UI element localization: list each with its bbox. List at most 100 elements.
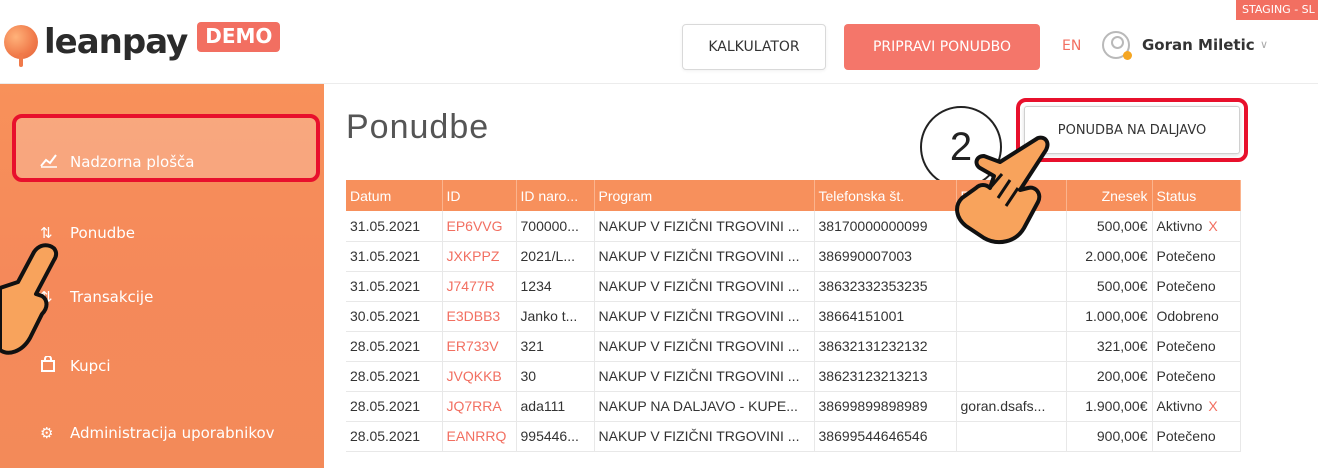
demo-badge: DEMO bbox=[197, 22, 281, 52]
phone-value: 38699544646546 bbox=[818, 428, 928, 444]
date-value: 28.05.2021 bbox=[350, 368, 421, 384]
cell-date: 31.05.2021 bbox=[346, 271, 443, 302]
cell-phone: 38699899898989 bbox=[814, 391, 957, 422]
column-header[interactable]: ID naro... bbox=[516, 180, 595, 211]
table-row[interactable]: 28.05.2021 JVQKKB 30 NAKUP V FIZIČNI TRGOVI… bbox=[346, 361, 1241, 392]
cell-id[interactable]: JXKPPZ bbox=[442, 241, 517, 272]
leanpay-logo[interactable]: leanpay DEMO bbox=[4, 22, 281, 67]
sidebar-item-label: Administracija uporabnikov bbox=[70, 424, 275, 442]
cell-order: 2021/L... bbox=[516, 241, 595, 272]
cell-id[interactable]: EANRRQ bbox=[442, 421, 517, 452]
program-value: NAKUP V FIZIČNI TRGOVINI ... bbox=[598, 217, 800, 234]
cell-id[interactable]: ER733V bbox=[442, 331, 517, 362]
id-value: ER733V bbox=[446, 338, 499, 354]
cell-phone: 38170000000099 bbox=[814, 211, 957, 242]
status-value: Potečeno bbox=[1156, 338, 1216, 354]
table-row[interactable]: 28.05.2021 EANRRQ 995446... NAKUP V FIZIČNI… bbox=[346, 421, 1241, 452]
amount-value: 1.000,00€ bbox=[1085, 308, 1148, 324]
staging-badge: STAGING - SL bbox=[1236, 0, 1318, 20]
cell-status: Potečeno bbox=[1152, 331, 1241, 362]
chevron-down-icon[interactable]: ∨ bbox=[1260, 38, 1268, 51]
calculator-button[interactable]: KALKULATOR bbox=[682, 24, 826, 70]
table-row[interactable]: 28.05.2021 ER733V 321 NAKUP V FIZIČNI TRGOV… bbox=[346, 331, 1241, 362]
user-avatar-icon[interactable] bbox=[1102, 31, 1132, 60]
phone-value: 38170000000099 bbox=[818, 217, 928, 234]
cell-program: NAKUP V FIZIČNI TRGOVINI ... bbox=[594, 241, 815, 272]
program-value: NAKUP V FIZIČNI TRGOVINI ... bbox=[598, 308, 800, 324]
pointing-hand-icon bbox=[0, 243, 59, 355]
program-value: NAKUP V FIZIČNI TRGOVINI ... bbox=[598, 248, 800, 264]
language-switch[interactable]: EN bbox=[1062, 38, 1081, 54]
cell-status: Potečeno bbox=[1152, 421, 1241, 452]
sidebar-item-ponudbe[interactable]: ⇅ Ponudbe bbox=[40, 224, 135, 242]
cell-phone: 386990007003 bbox=[814, 241, 957, 272]
column-header[interactable]: Status bbox=[1152, 180, 1241, 211]
cell-amount: 500,00€ bbox=[1066, 271, 1153, 302]
chart-icon bbox=[40, 152, 60, 172]
prepare-offer-button[interactable]: PRIPRAVI PONUDBO bbox=[844, 24, 1040, 70]
column-header[interactable]: Telefonska št. bbox=[814, 180, 957, 211]
page-title: Ponudbe bbox=[346, 108, 490, 146]
phone-value: 38664151001 bbox=[818, 308, 905, 324]
status-value: Odobreno bbox=[1156, 308, 1219, 324]
sidebar-item-dashboard[interactable]: Nadzorna plošča bbox=[40, 152, 194, 172]
id-value: EP6VVG bbox=[446, 217, 503, 234]
cell-id[interactable]: JVQKKB bbox=[442, 361, 517, 392]
cell-id[interactable]: JQ7RRA bbox=[442, 391, 517, 422]
cell-program: NAKUP V FIZIČNI TRGOVINI ... bbox=[594, 211, 815, 242]
cell-id[interactable]: E3DBB3 bbox=[442, 301, 517, 332]
cell-status: Aktivno X bbox=[1152, 391, 1241, 422]
program-value: NAKUP V FIZIČNI TRGOVINI ... bbox=[598, 278, 800, 294]
status-value: Potečeno bbox=[1156, 428, 1216, 444]
order-value: ada111 bbox=[520, 398, 566, 414]
cell-order: 30 bbox=[516, 361, 595, 392]
phone-value: 38632131232132 bbox=[818, 338, 928, 354]
cell-status: Odobreno bbox=[1152, 301, 1241, 332]
column-header[interactable]: ID bbox=[442, 180, 517, 211]
column-header[interactable]: Datum bbox=[346, 180, 443, 211]
table-row[interactable]: 31.05.2021 EP6VVG 700000... NAKUP V FIZIČNI… bbox=[346, 211, 1241, 242]
cell-amount: 900,00€ bbox=[1066, 421, 1153, 452]
status-value: Aktivno bbox=[1156, 398, 1203, 414]
phone-value: 38632332353235 bbox=[818, 278, 928, 294]
id-value: JQ7RRA bbox=[446, 398, 502, 414]
cell-status: Aktivno X bbox=[1152, 211, 1241, 242]
cell-date: 30.05.2021 bbox=[346, 301, 443, 332]
order-value: Janko t... bbox=[520, 308, 578, 324]
order-value: 700000... bbox=[520, 217, 579, 234]
sidebar-item-label: Transakcije bbox=[70, 288, 154, 306]
cancel-x-icon[interactable]: X bbox=[1208, 218, 1217, 234]
program-value: NAKUP V FIZIČNI TRGOVINI ... bbox=[598, 368, 800, 384]
id-value: JVQKKB bbox=[446, 368, 502, 384]
cell-amount: 1.000,00€ bbox=[1066, 301, 1153, 332]
table-row[interactable]: 31.05.2021 J7477R 1234 NAKUP V FIZIČNI TRGO… bbox=[346, 271, 1241, 302]
email-value: goran.dsafs... bbox=[960, 398, 1046, 414]
cancel-x-icon[interactable]: X bbox=[1208, 398, 1217, 414]
amount-value: 2.000,00€ bbox=[1085, 248, 1148, 264]
cell-program: NAKUP V FIZIČNI TRGOVINI ... bbox=[594, 361, 815, 392]
user-name[interactable]: Goran Miletic bbox=[1142, 36, 1255, 54]
cell-order: ada111 bbox=[516, 391, 595, 422]
cell-email bbox=[956, 361, 1067, 392]
cell-amount: 200,00€ bbox=[1066, 361, 1153, 392]
table-row[interactable]: 31.05.2021 JXKPPZ 2021/L... NAKUP V FIZIČNI… bbox=[346, 241, 1241, 272]
table-row[interactable]: 28.05.2021 JQ7RRA ada111 NAKUP NA DALJAVO -… bbox=[346, 391, 1241, 422]
cell-phone: 38632131232132 bbox=[814, 331, 957, 362]
cell-order: Janko t... bbox=[516, 301, 595, 332]
amount-value: 1.900,00€ bbox=[1085, 398, 1148, 414]
cell-status: Potečeno bbox=[1152, 361, 1241, 392]
date-value: 28.05.2021 bbox=[350, 428, 421, 444]
cell-id[interactable]: EP6VVG bbox=[442, 211, 517, 242]
sidebar-item-label: Nadzorna plošča bbox=[70, 153, 195, 171]
cell-id[interactable]: J7477R bbox=[442, 271, 517, 302]
amount-value: 500,00€ bbox=[1096, 278, 1148, 294]
column-header[interactable]: Znesek bbox=[1066, 180, 1153, 211]
cell-date: 28.05.2021 bbox=[346, 361, 443, 392]
status-value: Aktivno bbox=[1156, 217, 1203, 234]
table-row[interactable]: 30.05.2021 E3DBB3 Janko t... NAKUP V FIZIČN… bbox=[346, 301, 1241, 332]
date-value: 28.05.2021 bbox=[350, 398, 421, 414]
column-header[interactable]: Program bbox=[594, 180, 815, 211]
cell-email bbox=[956, 301, 1067, 332]
sidebar-item-user-admin[interactable]: ⚙ Administracija uporabnikov bbox=[40, 424, 275, 442]
date-value: 28.05.2021 bbox=[350, 338, 421, 354]
